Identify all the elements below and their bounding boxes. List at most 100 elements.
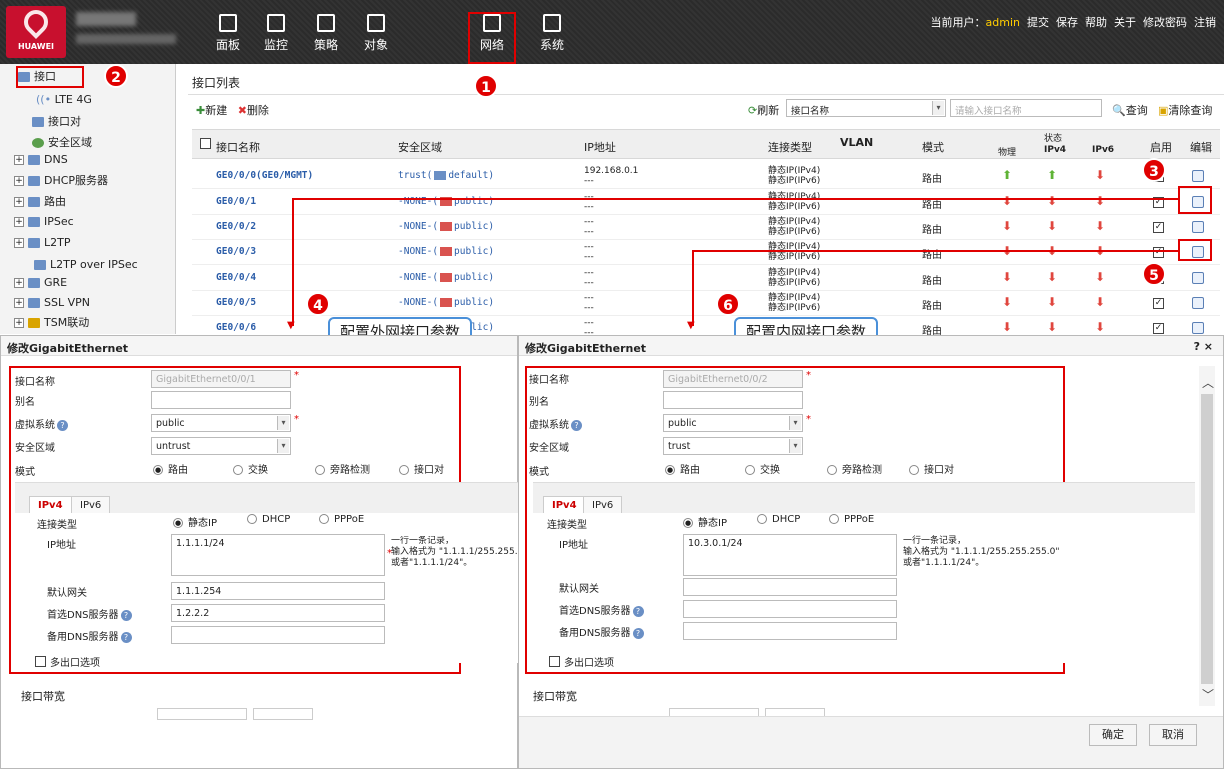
sidebar-item-dhcp[interactable]: + DHCP服务器: [14, 172, 108, 190]
help-icon[interactable]: ?: [632, 606, 644, 617]
expand-icon[interactable]: +: [14, 278, 24, 288]
conn-dhcp-radio[interactable]: DHCP: [247, 514, 290, 525]
expand-icon[interactable]: +: [14, 217, 24, 227]
enable-checkbox[interactable]: ✓: [1153, 247, 1164, 258]
submit-link[interactable]: 提交: [1027, 16, 1049, 29]
new-button[interactable]: ✚新建: [196, 104, 227, 117]
sidebar-item-l2tp[interactable]: + L2TP: [14, 234, 70, 252]
edit-icon[interactable]: [1192, 170, 1204, 182]
multi-exit-option[interactable]: 多出口选项: [35, 654, 100, 669]
enable-checkbox[interactable]: ✓: [1153, 222, 1164, 233]
vsys-select[interactable]: public ▾: [663, 414, 803, 432]
chevron-up-icon[interactable]: ︿: [1202, 374, 1214, 391]
delete-button[interactable]: ✖删除: [238, 104, 269, 117]
ok-button[interactable]: 确定: [1089, 724, 1137, 746]
nav-dashboard[interactable]: 面板: [206, 14, 250, 62]
select-all-checkbox[interactable]: [200, 138, 211, 149]
bandwidth-field[interactable]: [157, 708, 247, 720]
interface-name-link[interactable]: GE0/0/6: [216, 322, 256, 333]
sidebar-item-tsm[interactable]: + TSM联动: [14, 314, 89, 332]
interface-name-link[interactable]: GE0/0/4: [216, 272, 256, 283]
help-icon[interactable]: ?: [632, 628, 644, 639]
nav-system[interactable]: 系统: [530, 14, 574, 62]
nav-network[interactable]: 网络: [468, 12, 516, 64]
sidebar-item-interface-pair[interactable]: 接口对: [32, 113, 81, 131]
alias-field[interactable]: [663, 391, 803, 409]
sidebar-item-interface[interactable]: 接口: [16, 66, 84, 88]
vsys-select[interactable]: public ▾: [151, 414, 291, 432]
zone-select[interactable]: trust ▾: [663, 437, 803, 455]
expand-icon[interactable]: +: [14, 318, 24, 328]
sidebar-item-route[interactable]: + 路由: [14, 193, 66, 211]
scrollbar-thumb[interactable]: [1201, 394, 1213, 684]
refresh-button[interactable]: ⟳刷新: [748, 102, 779, 118]
sidebar-item-dns[interactable]: + DNS: [14, 151, 68, 169]
primary-dns-field[interactable]: 1.2.2.2: [171, 604, 385, 622]
expand-icon[interactable]: +: [14, 298, 24, 308]
edit-icon[interactable]: [1192, 322, 1204, 334]
nav-object[interactable]: 对象: [354, 14, 398, 62]
mode-bypass-radio[interactable]: 旁路检测: [315, 461, 370, 476]
expand-icon[interactable]: +: [14, 176, 24, 186]
mode-pair-radio[interactable]: 接口对: [399, 461, 444, 476]
mode-switch-radio[interactable]: 交换: [233, 461, 268, 476]
mode-route-radio[interactable]: ● 路由: [153, 461, 188, 476]
backup-dns-field[interactable]: [683, 622, 897, 640]
logout-link[interactable]: 注销: [1194, 16, 1216, 29]
nav-policy[interactable]: 策略: [304, 14, 348, 62]
edit-icon[interactable]: [1192, 297, 1204, 309]
edit-icon[interactable]: [1192, 272, 1204, 284]
expand-icon[interactable]: +: [14, 155, 24, 165]
interface-name-link[interactable]: GE0/0/2: [216, 221, 256, 232]
interface-name-link[interactable]: GE0/0/0(GE0/MGMT): [216, 170, 313, 181]
help-icon[interactable]: ?: [120, 610, 132, 621]
conn-pppoe-radio[interactable]: PPPoE: [829, 514, 874, 525]
help-icon[interactable]: ?: [57, 420, 68, 431]
chevron-down-icon[interactable]: ﹀: [1202, 686, 1214, 703]
mode-switch-radio[interactable]: 交换: [745, 461, 780, 476]
sidebar-item-sslvpn[interactable]: + SSL VPN: [14, 294, 90, 312]
interface-name-link[interactable]: GE0/0/1: [216, 196, 256, 207]
edit-icon[interactable]: [1192, 221, 1204, 233]
alias-field[interactable]: [151, 391, 291, 409]
mode-route-radio[interactable]: ● 路由: [665, 461, 700, 476]
change-password-link[interactable]: 修改密码: [1143, 16, 1187, 29]
zone-select[interactable]: untrust ▾: [151, 437, 291, 455]
help-link[interactable]: 帮助: [1085, 16, 1107, 29]
query-button[interactable]: 🔍查询: [1112, 102, 1148, 118]
conn-pppoe-radio[interactable]: PPPoE: [319, 514, 364, 525]
conn-static-radio[interactable]: ● 静态IP: [173, 514, 217, 529]
filter-field-select[interactable]: 接口名称 ▾: [786, 99, 946, 117]
mode-pair-radio[interactable]: 接口对: [909, 461, 954, 476]
expand-icon[interactable]: +: [14, 197, 24, 207]
help-close-controls[interactable]: ? ×: [1194, 340, 1213, 353]
gateway-field[interactable]: 1.1.1.254: [171, 582, 385, 600]
interface-name-link[interactable]: GE0/0/3: [216, 246, 256, 257]
interface-name-link[interactable]: GE0/0/5: [216, 297, 256, 308]
bandwidth-unit-select[interactable]: [253, 708, 313, 720]
about-link[interactable]: 关于: [1114, 16, 1136, 29]
clear-query-button[interactable]: ▣清除查询: [1158, 102, 1212, 118]
nav-monitor[interactable]: 监控: [254, 14, 298, 62]
ip-address-textarea[interactable]: 10.3.0.1/24: [683, 534, 897, 576]
expand-icon[interactable]: +: [14, 238, 24, 248]
gateway-field[interactable]: [683, 578, 897, 596]
search-input[interactable]: 请输入接口名称: [950, 99, 1102, 117]
help-icon[interactable]: ?: [571, 420, 582, 431]
sidebar-item-security-zone[interactable]: 安全区域: [32, 134, 92, 152]
enable-checkbox[interactable]: ✓: [1153, 298, 1164, 309]
primary-dns-field[interactable]: [683, 600, 897, 618]
sidebar-item-ipsec[interactable]: + IPSec: [14, 213, 74, 231]
sidebar-item-gre[interactable]: + GRE: [14, 274, 67, 292]
backup-dns-field[interactable]: [171, 626, 385, 644]
help-icon[interactable]: ?: [120, 632, 132, 643]
conn-dhcp-radio[interactable]: DHCP: [757, 514, 800, 525]
sidebar-item-l2tp-over-ipsec[interactable]: L2TP over IPSec: [34, 256, 138, 274]
ip-address-textarea[interactable]: 1.1.1.1/24: [171, 534, 385, 576]
enable-checkbox[interactable]: ✓: [1153, 323, 1164, 334]
sidebar-item-lte[interactable]: ((• LTE 4G: [36, 91, 92, 109]
mode-bypass-radio[interactable]: 旁路检测: [827, 461, 882, 476]
conn-static-radio[interactable]: ● 静态IP: [683, 514, 727, 529]
save-link[interactable]: 保存: [1056, 16, 1078, 29]
cancel-button[interactable]: 取消: [1149, 724, 1197, 746]
